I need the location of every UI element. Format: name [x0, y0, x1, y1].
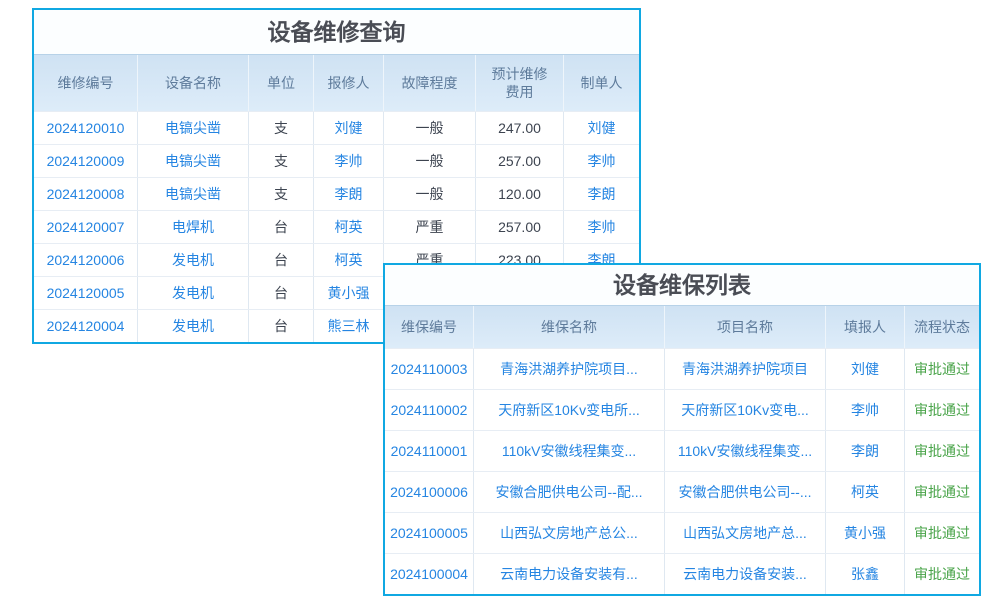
- cell-unit: 台: [249, 211, 314, 243]
- table-row: 2024120008电镐尖凿支李朗一般120.00李朗: [34, 177, 639, 210]
- repair-query-title: 设备维修查询: [34, 10, 639, 54]
- cell-unit: 支: [249, 112, 314, 144]
- table-row: 2024100006安徽合肥供电公司--配...安徽合肥供电公司--...柯英审…: [385, 471, 979, 512]
- cell-device-name[interactable]: 电镐尖凿: [138, 178, 249, 210]
- cell-repair-no[interactable]: 2024120005: [34, 277, 138, 309]
- table-row: 2024120007电焊机台柯英严重257.00李帅: [34, 210, 639, 243]
- cell-device-name[interactable]: 发电机: [138, 310, 249, 342]
- cell-reporter[interactable]: 刘健: [314, 112, 384, 144]
- cell-unit: 台: [249, 244, 314, 276]
- cell-flow-status: 审批通过: [905, 513, 979, 553]
- cell-fault-level: 一般: [384, 112, 476, 144]
- table-row: 2024110001110kV安徽线程集变...110kV安徽线程集变...李朗…: [385, 430, 979, 471]
- cell-project-name[interactable]: 110kV安徽线程集变...: [665, 431, 826, 471]
- cell-reporter[interactable]: 李朗: [314, 178, 384, 210]
- cell-reporter[interactable]: 黄小强: [314, 277, 384, 309]
- cell-project-name[interactable]: 天府新区10Kv变电...: [665, 390, 826, 430]
- cell-maint-no[interactable]: 2024110002: [385, 390, 474, 430]
- cell-filler[interactable]: 李帅: [826, 390, 905, 430]
- cell-filler[interactable]: 刘健: [826, 349, 905, 389]
- cell-creator[interactable]: 李帅: [564, 211, 639, 243]
- column-header-creator: 制单人: [564, 55, 639, 111]
- column-header-unit: 单位: [249, 55, 314, 111]
- cell-project-name[interactable]: 云南电力设备安装...: [665, 554, 826, 594]
- cell-repair-no[interactable]: 2024120010: [34, 112, 138, 144]
- cell-repair-no[interactable]: 2024120007: [34, 211, 138, 243]
- table-row: 2024110002天府新区10Kv变电所...天府新区10Kv变电...李帅审…: [385, 389, 979, 430]
- cell-repair-no[interactable]: 2024120004: [34, 310, 138, 342]
- cell-maint-name[interactable]: 云南电力设备安装有...: [474, 554, 665, 594]
- cell-unit: 支: [249, 145, 314, 177]
- column-header-project-name: 项目名称: [665, 306, 826, 348]
- cell-project-name[interactable]: 安徽合肥供电公司--...: [665, 472, 826, 512]
- column-header-reporter: 报修人: [314, 55, 384, 111]
- column-header-filler: 填报人: [826, 306, 905, 348]
- cell-maint-name[interactable]: 安徽合肥供电公司--配...: [474, 472, 665, 512]
- cell-maint-no[interactable]: 2024100005: [385, 513, 474, 553]
- cell-maint-name[interactable]: 山西弘文房地产总公...: [474, 513, 665, 553]
- table-row: 2024110003青海洪湖养护院项目...青海洪湖养护院项目刘健审批通过: [385, 348, 979, 389]
- maintenance-table-body: 2024110003青海洪湖养护院项目...青海洪湖养护院项目刘健审批通过202…: [385, 348, 979, 594]
- cell-reporter[interactable]: 熊三林: [314, 310, 384, 342]
- cell-reporter[interactable]: 柯英: [314, 211, 384, 243]
- cell-project-name[interactable]: 青海洪湖养护院项目: [665, 349, 826, 389]
- cell-est-cost: 247.00: [476, 112, 564, 144]
- cell-fault-level: 严重: [384, 211, 476, 243]
- table-row: 2024120010电镐尖凿支刘健一般247.00刘健: [34, 111, 639, 144]
- column-header-repair-no: 维修编号: [34, 55, 138, 111]
- maintenance-table-header: 维保编号维保名称项目名称填报人流程状态: [385, 305, 979, 348]
- cell-device-name[interactable]: 电镐尖凿: [138, 112, 249, 144]
- column-header-maint-name: 维保名称: [474, 306, 665, 348]
- column-header-flow-status: 流程状态: [905, 306, 979, 348]
- maintenance-list-title: 设备维保列表: [385, 265, 979, 305]
- cell-creator[interactable]: 刘健: [564, 112, 639, 144]
- cell-device-name[interactable]: 发电机: [138, 277, 249, 309]
- cell-unit: 支: [249, 178, 314, 210]
- cell-unit: 台: [249, 310, 314, 342]
- cell-filler[interactable]: 张鑫: [826, 554, 905, 594]
- cell-maint-name[interactable]: 天府新区10Kv变电所...: [474, 390, 665, 430]
- cell-maint-name[interactable]: 110kV安徽线程集变...: [474, 431, 665, 471]
- cell-maint-no[interactable]: 2024100006: [385, 472, 474, 512]
- cell-maint-no[interactable]: 2024110001: [385, 431, 474, 471]
- table-row: 2024100004云南电力设备安装有...云南电力设备安装...张鑫审批通过: [385, 553, 979, 594]
- cell-reporter[interactable]: 李帅: [314, 145, 384, 177]
- cell-flow-status: 审批通过: [905, 554, 979, 594]
- cell-est-cost: 257.00: [476, 211, 564, 243]
- cell-repair-no[interactable]: 2024120008: [34, 178, 138, 210]
- maintenance-list-panel: 设备维保列表 维保编号维保名称项目名称填报人流程状态 2024110003青海洪…: [383, 263, 981, 596]
- cell-est-cost: 257.00: [476, 145, 564, 177]
- cell-repair-no[interactable]: 2024120009: [34, 145, 138, 177]
- cell-maint-no[interactable]: 2024110003: [385, 349, 474, 389]
- cell-device-name[interactable]: 电焊机: [138, 211, 249, 243]
- column-header-maint-no: 维保编号: [385, 306, 474, 348]
- column-header-est-cost: 预计维修费用: [476, 55, 564, 111]
- cell-est-cost: 120.00: [476, 178, 564, 210]
- column-header-fault-level: 故障程度: [384, 55, 476, 111]
- column-header-device-name: 设备名称: [138, 55, 249, 111]
- table-row: 2024120009电镐尖凿支李帅一般257.00李帅: [34, 144, 639, 177]
- cell-filler[interactable]: 黄小强: [826, 513, 905, 553]
- cell-filler[interactable]: 柯英: [826, 472, 905, 512]
- cell-reporter[interactable]: 柯英: [314, 244, 384, 276]
- repair-table-header: 维修编号设备名称单位报修人故障程度预计维修费用制单人: [34, 54, 639, 111]
- cell-fault-level: 一般: [384, 178, 476, 210]
- cell-project-name[interactable]: 山西弘文房地产总...: [665, 513, 826, 553]
- cell-creator[interactable]: 李朗: [564, 178, 639, 210]
- cell-maint-name[interactable]: 青海洪湖养护院项目...: [474, 349, 665, 389]
- cell-maint-no[interactable]: 2024100004: [385, 554, 474, 594]
- cell-flow-status: 审批通过: [905, 390, 979, 430]
- cell-flow-status: 审批通过: [905, 472, 979, 512]
- cell-flow-status: 审批通过: [905, 349, 979, 389]
- table-row: 2024100005山西弘文房地产总公...山西弘文房地产总...黄小强审批通过: [385, 512, 979, 553]
- cell-creator[interactable]: 李帅: [564, 145, 639, 177]
- cell-flow-status: 审批通过: [905, 431, 979, 471]
- cell-repair-no[interactable]: 2024120006: [34, 244, 138, 276]
- cell-device-name[interactable]: 电镐尖凿: [138, 145, 249, 177]
- cell-filler[interactable]: 李朗: [826, 431, 905, 471]
- cell-fault-level: 一般: [384, 145, 476, 177]
- cell-unit: 台: [249, 277, 314, 309]
- cell-device-name[interactable]: 发电机: [138, 244, 249, 276]
